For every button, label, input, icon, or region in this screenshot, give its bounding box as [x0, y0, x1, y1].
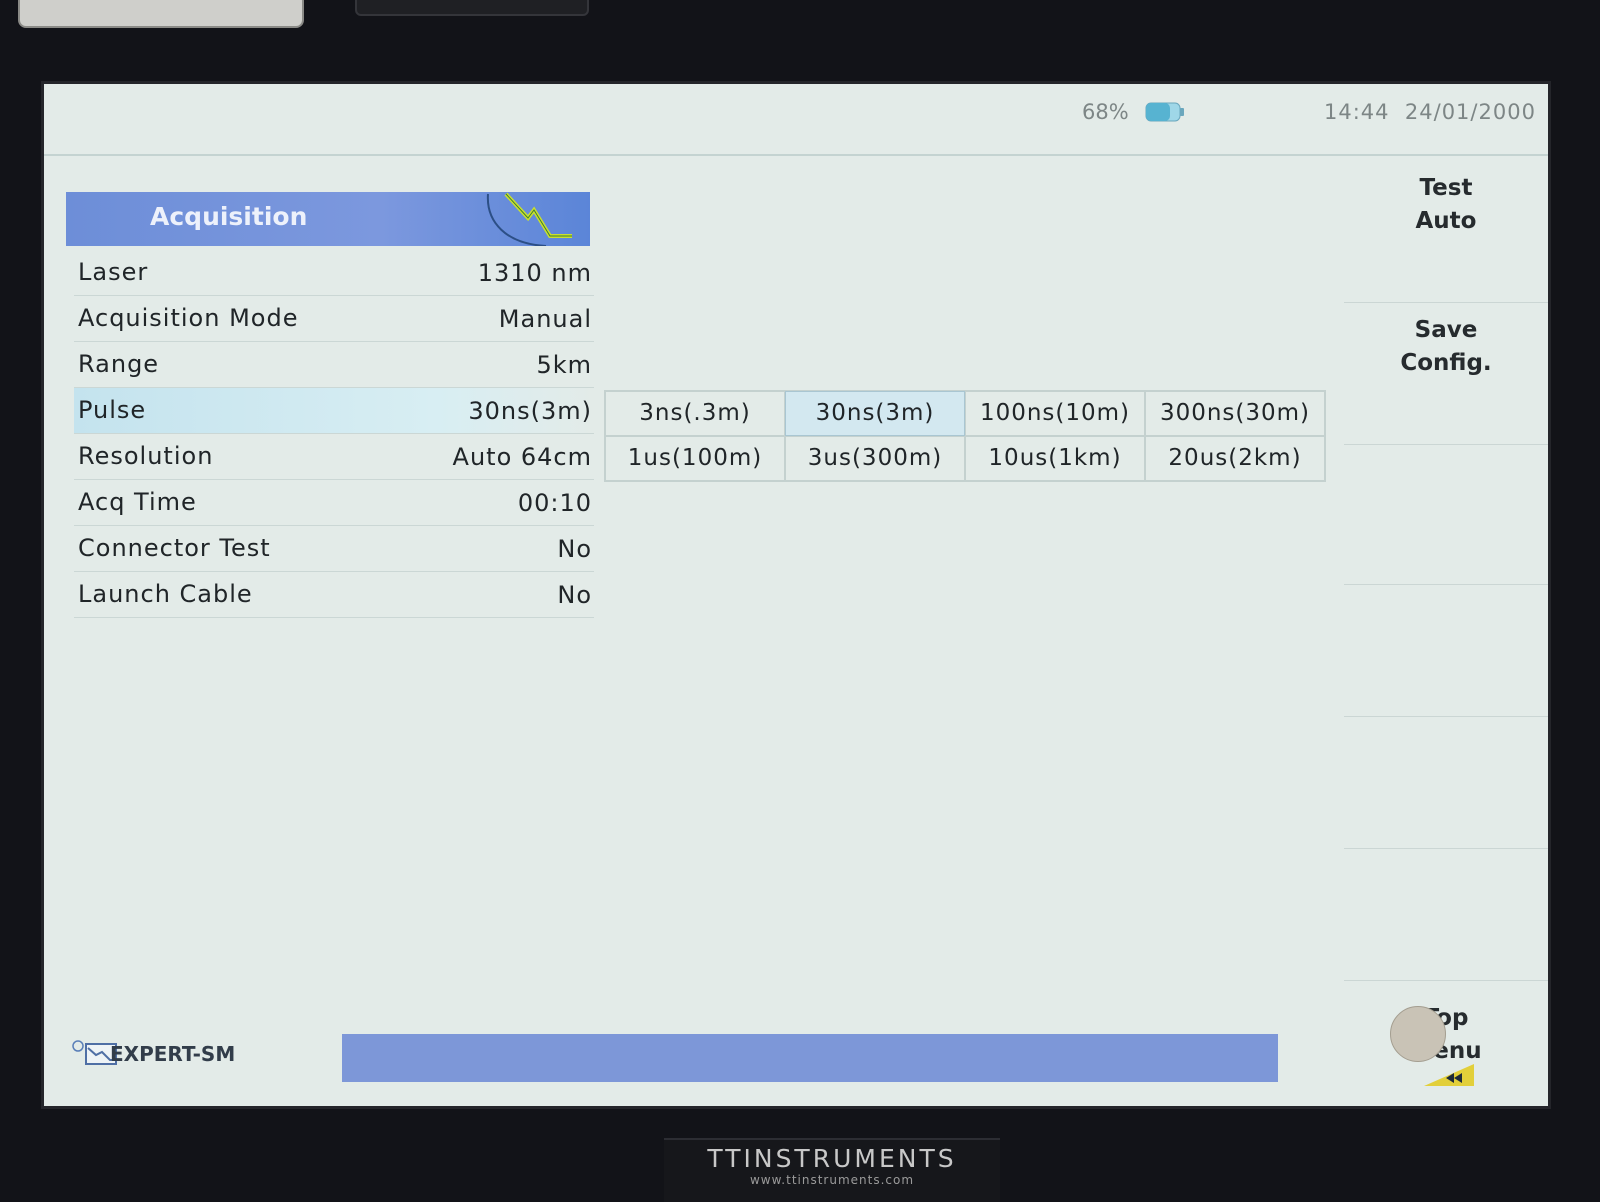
param-row-acquisition-mode[interactable]: Acquisition Mode Manual [74, 296, 594, 342]
test-auto-button[interactable]: Test Auto [1344, 172, 1548, 303]
softkey-line: Save [1414, 317, 1478, 343]
param-label: Launch Cable [78, 580, 253, 608]
pulse-option[interactable]: 300ns(30m) [1145, 391, 1325, 436]
clock: 14:44 24/01/2000 [1324, 100, 1536, 124]
param-value: Auto 64cm [452, 443, 592, 471]
param-row-launch-cable[interactable]: Launch Cable No [74, 572, 594, 618]
param-row-acq-time[interactable]: Acq Time 00:10 [74, 480, 594, 526]
param-value: Manual [498, 305, 592, 333]
otdr-screen: 68% 14:44 24/01/2000 Acquisition Laser 1… [44, 84, 1548, 1106]
touch-pointer-circle [1390, 1006, 1446, 1062]
status-bar: 68% 14:44 24/01/2000 [44, 84, 1548, 156]
pulse-option[interactable]: 10us(1km) [965, 436, 1145, 481]
clock-date: 24/01/2000 [1404, 100, 1536, 124]
brand-name: TTINSTRUMENTS [707, 1144, 957, 1173]
param-label: Pulse [78, 396, 147, 424]
param-label: Laser [78, 258, 149, 286]
acquisition-header: Acquisition [66, 192, 590, 246]
param-value: 00:10 [517, 489, 592, 517]
param-value: 1310 nm [477, 259, 592, 287]
softkey-line: Top [1423, 1005, 1469, 1031]
bezel-hardware-button[interactable] [18, 0, 304, 28]
param-value: 30ns(3m) [468, 397, 592, 425]
param-value: No [557, 535, 592, 563]
param-label: Acq Time [78, 488, 197, 516]
battery-icon [1145, 102, 1184, 122]
softkey-empty-3[interactable] [1344, 454, 1548, 585]
bezel-hardware-panel [355, 0, 589, 16]
clock-time: 14:44 [1324, 100, 1390, 124]
softkey-empty-6[interactable] [1344, 850, 1548, 981]
param-value: No [557, 581, 592, 609]
pulse-option[interactable]: 3ns(.3m) [605, 391, 785, 436]
softkey-column: Test Auto Save Config. Top Menu [1344, 154, 1548, 1104]
softkey-empty-4[interactable] [1344, 586, 1548, 717]
softkey-line: Config. [1400, 350, 1492, 376]
param-row-laser[interactable]: Laser 1310 nm [74, 250, 594, 296]
param-value: 5km [536, 351, 592, 379]
brand-url: www.ttinstruments.com [749, 1173, 915, 1187]
trace-icon [486, 192, 572, 246]
mode-label: EXPERT-SM [110, 1042, 236, 1066]
param-row-pulse[interactable]: Pulse 30ns(3m) [74, 388, 594, 434]
pulse-option[interactable]: 20us(2km) [1145, 436, 1325, 481]
pulse-option-selected[interactable]: 30ns(3m) [785, 391, 965, 436]
battery-level: 68% [1082, 100, 1129, 124]
acquisition-param-table: Laser 1310 nm Acquisition Mode Manual Ra… [74, 250, 594, 618]
param-row-connector-test[interactable]: Connector Test No [74, 526, 594, 572]
param-label: Connector Test [78, 534, 271, 562]
param-row-resolution[interactable]: Resolution Auto 64cm [74, 434, 594, 480]
param-label: Acquisition Mode [78, 304, 299, 332]
param-label: Resolution [78, 442, 214, 470]
pulse-option[interactable]: 1us(100m) [605, 436, 785, 481]
softkey-line: Test [1419, 175, 1473, 201]
pulse-options-grid: 3ns(.3m) 30ns(3m) 100ns(10m) 300ns(30m) … [604, 390, 1326, 482]
pulse-option[interactable]: 100ns(10m) [965, 391, 1145, 436]
brand-plate: TTINSTRUMENTS www.ttinstruments.com [664, 1138, 1000, 1202]
pulse-option[interactable]: 3us(300m) [785, 436, 965, 481]
back-arrow-icon[interactable] [1424, 1064, 1474, 1086]
footer-bar [342, 1034, 1278, 1082]
save-config-button[interactable]: Save Config. [1344, 314, 1548, 445]
softkey-empty-5[interactable] [1344, 718, 1548, 849]
param-row-range[interactable]: Range 5km [74, 342, 594, 388]
param-label: Range [78, 350, 160, 378]
softkey-line: Auto [1415, 208, 1477, 234]
acquisition-title: Acquisition [150, 202, 308, 231]
